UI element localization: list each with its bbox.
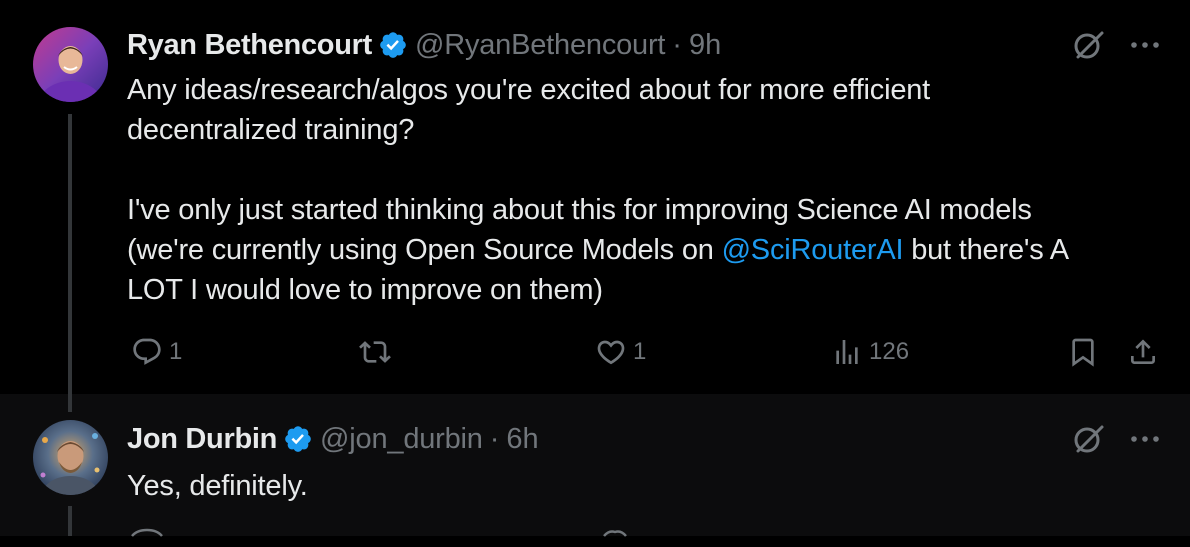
views-count: 126 xyxy=(869,338,910,365)
thread-line xyxy=(68,114,72,394)
more-icon[interactable] xyxy=(1130,434,1160,444)
text-fragment: (we're currently using Open Source Model… xyxy=(127,234,722,266)
retweet-icon xyxy=(359,336,391,368)
grok-icon[interactable] xyxy=(1072,28,1106,62)
verified-badge-icon[interactable] xyxy=(378,30,408,60)
tweet-jon[interactable]: Jon Durbin @jon_durbin · 6h Yes, definit… xyxy=(0,394,1190,537)
timestamp[interactable]: 6h xyxy=(506,422,538,456)
reply-icon xyxy=(131,336,163,368)
action-bar: 1 1 126 xyxy=(127,336,1163,376)
separator: · xyxy=(489,423,500,455)
avatar[interactable] xyxy=(33,27,108,102)
text-line: LOT I would love to improve on them) xyxy=(127,274,603,306)
like-count: 1 xyxy=(633,338,647,365)
verified-badge-icon[interactable] xyxy=(283,424,313,454)
text-line: (we're currently using Open Source Model… xyxy=(127,230,1157,270)
views-button[interactable]: 126 xyxy=(831,336,909,368)
grok-icon[interactable] xyxy=(1072,422,1106,456)
avatar[interactable] xyxy=(33,420,108,495)
like-button[interactable]: 1 xyxy=(595,336,646,368)
tweet-ryan[interactable]: Ryan Bethencourt @RyanBethencourt · 9h A… xyxy=(0,0,1190,394)
reply-button[interactable]: 1 xyxy=(131,336,182,368)
text-line: Yes, definitely. xyxy=(127,470,308,502)
handle[interactable]: @jon_durbin xyxy=(320,422,483,456)
tweet-header: Jon Durbin @jon_durbin · 6h xyxy=(127,422,539,456)
separator: · xyxy=(672,29,682,61)
retweet-button[interactable] xyxy=(359,336,391,368)
tweet-text: Yes, definitely. xyxy=(127,466,1157,506)
text-line: I've only just started thinking about th… xyxy=(127,194,1032,226)
share-button[interactable] xyxy=(1127,336,1159,368)
timestamp[interactable]: 9h xyxy=(689,28,721,62)
share-icon xyxy=(1127,336,1159,368)
text-line: Any ideas/research/algos you're excited … xyxy=(127,74,931,106)
action-bar-partial xyxy=(127,522,1163,542)
thread-line xyxy=(68,506,72,536)
text-line: decentralized training? xyxy=(127,114,415,146)
display-name[interactable]: Ryan Bethencourt xyxy=(127,28,372,62)
text-fragment: but there's A xyxy=(903,234,1069,266)
bookmark-icon xyxy=(1067,336,1099,368)
handle[interactable]: @RyanBethencourt xyxy=(415,28,666,62)
views-icon xyxy=(831,336,863,368)
like-icon xyxy=(595,336,627,368)
tweet-text: Any ideas/research/algos you're excited … xyxy=(127,70,1157,310)
reply-count: 1 xyxy=(169,338,183,365)
mention-link[interactable]: @SciRouterAI xyxy=(722,234,904,266)
display-name[interactable]: Jon Durbin xyxy=(127,422,277,456)
tweet-top-actions xyxy=(1072,422,1160,456)
bookmark-button[interactable] xyxy=(1067,336,1099,368)
thread-line xyxy=(68,394,72,412)
tweet-top-actions xyxy=(1072,28,1160,62)
tweet-header: Ryan Bethencourt @RyanBethencourt · 9h xyxy=(127,28,721,62)
more-icon[interactable] xyxy=(1130,40,1160,50)
